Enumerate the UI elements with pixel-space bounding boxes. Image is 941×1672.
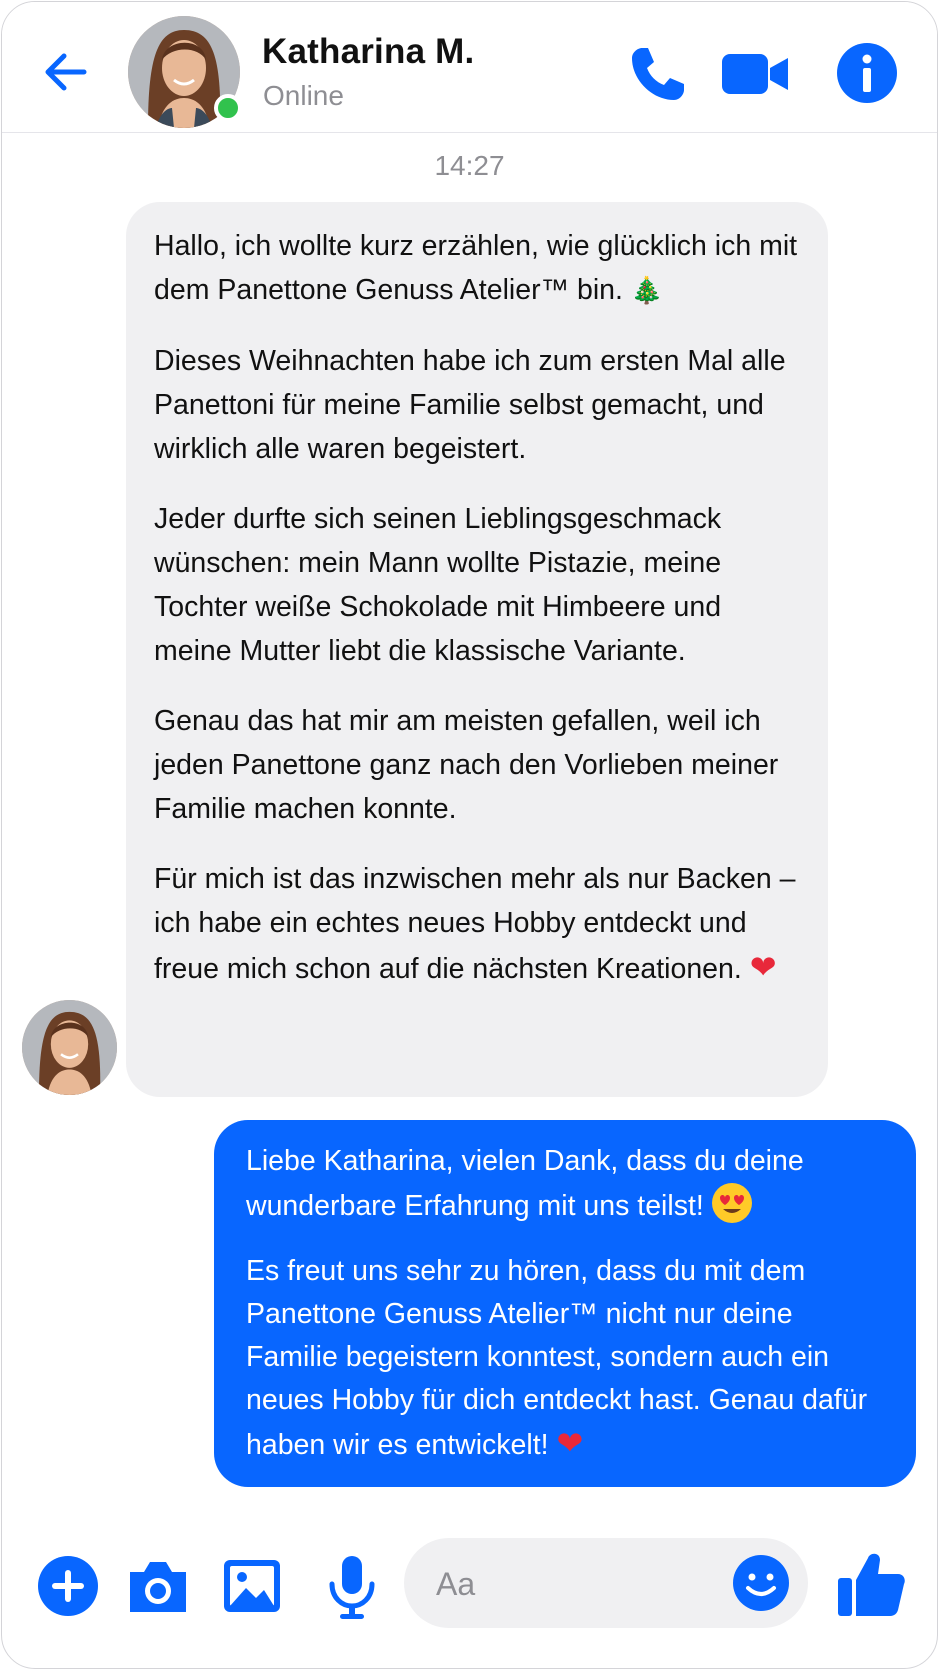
chat-screen: Katharina M. Online 14:27 Hallo, ich wol… [1,1,938,1669]
message-paragraph: Es freut uns sehr zu hören, dass du mit … [246,1255,868,1462]
info-icon[interactable] [832,38,902,108]
outgoing-message-bubble[interactable]: Liebe Katharina, vielen Dank, dass du de… [214,1120,916,1487]
message-paragraph: Für mich ist das inzwischen mehr als nur… [154,863,796,986]
contact-status: Online [263,80,344,111]
chat-header: Katharina M. Online [2,2,937,133]
message-paragraph: Genau das hat mir am meisten gefallen, w… [154,705,779,825]
camera-icon[interactable] [122,1550,194,1622]
message-paragraph: Liebe Katharina, vielen Dank, dass du de… [246,1145,804,1223]
smiley-icon[interactable] [730,1552,792,1614]
video-camera-icon[interactable] [720,38,790,108]
image-icon[interactable] [216,1550,288,1622]
avatar-photo [22,1000,117,1095]
back-arrow-icon[interactable] [38,44,94,100]
message-input[interactable] [434,1558,718,1610]
plus-icon[interactable] [32,1550,104,1622]
phone-icon[interactable] [624,38,694,108]
contact-name[interactable]: Katharina M. [262,32,474,72]
message-paragraph: Dieses Weihnachten habe ich zum ersten M… [154,345,786,465]
thumbs-up-icon[interactable] [834,1546,910,1622]
sender-avatar[interactable] [22,1000,117,1095]
message-paragraph: Jeder durfte sich seinen Lieblingsgeschm… [154,503,722,667]
heart-emoji: ❤ [556,1424,584,1462]
message-paragraph: Hallo, ich wollte kurz erzählen, wie glü… [154,230,798,306]
heart-eyes-emoji [711,1183,752,1223]
online-indicator [214,94,242,122]
message-timestamp: 14:27 [434,150,505,181]
message-composer [2,1532,937,1652]
heart-emoji: ❤ [749,948,777,986]
microphone-icon[interactable] [316,1550,388,1622]
incoming-message-bubble[interactable]: Hallo, ich wollte kurz erzählen, wie glü… [126,202,828,1097]
christmas-tree-emoji: 🎄 [630,276,664,306]
message-input-wrapper [404,1538,808,1628]
